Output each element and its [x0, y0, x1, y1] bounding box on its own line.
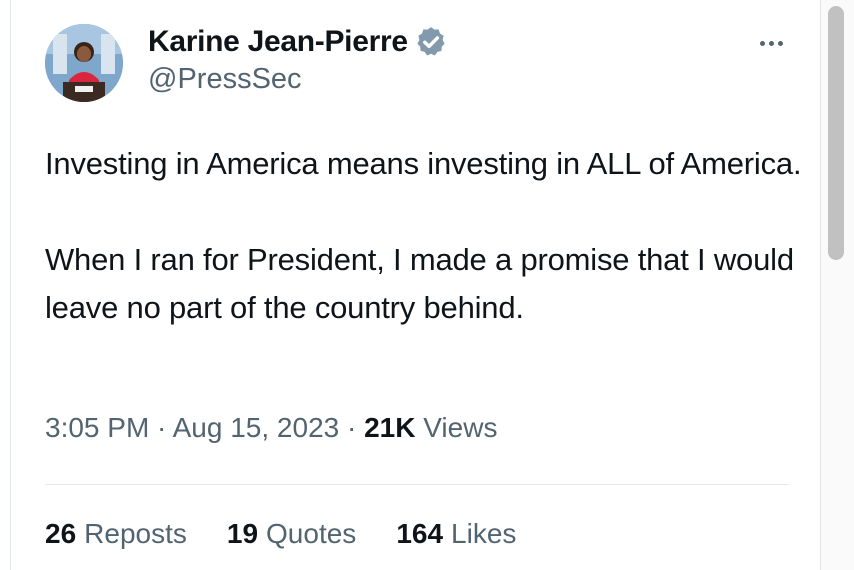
scrollbar-thumb[interactable] — [828, 6, 844, 260]
likes-label: Likes — [451, 518, 517, 549]
stats-divider — [45, 484, 790, 485]
quotes-stat[interactable]: 19 Quotes — [227, 518, 356, 550]
avatar[interactable] — [45, 24, 123, 102]
tweet-date[interactable]: Aug 15, 2023 — [173, 412, 340, 443]
author-block: Karine Jean-Pierre @PressSec — [148, 22, 448, 96]
reposts-stat[interactable]: 26 Reposts — [45, 518, 187, 550]
engagement-stats: 26 Reposts 19 Quotes 164 Likes — [45, 518, 556, 550]
name-row: Karine Jean-Pierre — [148, 22, 448, 62]
more-options-icon[interactable] — [751, 33, 791, 53]
likes-stat[interactable]: 164 Likes — [396, 518, 516, 550]
more-dot — [777, 40, 783, 46]
more-dot — [759, 40, 765, 46]
more-dot — [768, 40, 774, 46]
tweet-card: Karine Jean-Pierre @PressSec Investing i… — [11, 0, 820, 570]
tweet-time[interactable]: 3:05 PM — [45, 412, 149, 443]
author-display-name[interactable]: Karine Jean-Pierre — [148, 25, 408, 59]
tweet-meta: 3:05 PM · Aug 15, 2023 · 21K Views — [45, 412, 497, 444]
quotes-label: Quotes — [266, 518, 357, 549]
likes-count: 164 — [396, 518, 444, 549]
tweet-text: Investing in America means investing in … — [45, 140, 805, 332]
reposts-count: 26 — [45, 518, 77, 549]
tweet-paragraph: Investing in America means investing in … — [45, 146, 802, 181]
views-count: 21K — [364, 412, 416, 443]
verified-badge-icon[interactable] — [414, 25, 448, 59]
avatar-photo — [45, 24, 123, 102]
tweet-paragraph: When I ran for President, I made a promi… — [45, 242, 794, 325]
quotes-count: 19 — [226, 518, 259, 549]
meta-separator: · — [339, 412, 365, 443]
author-handle[interactable]: @PressSec — [148, 63, 448, 96]
meta-separator: · — [149, 412, 173, 443]
reposts-label: Reposts — [84, 518, 187, 549]
views-label: Views — [423, 412, 498, 443]
